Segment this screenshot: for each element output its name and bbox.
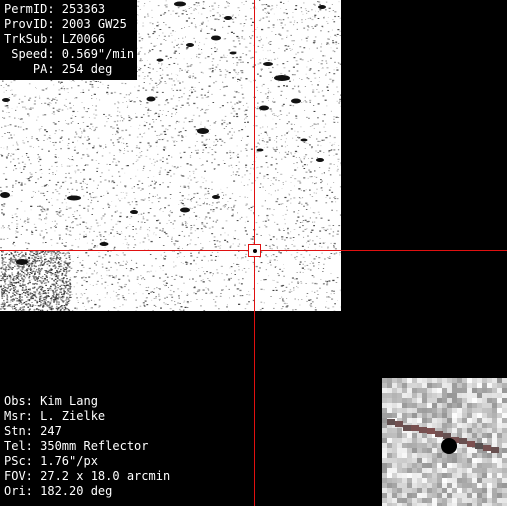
target-object-dot: [253, 249, 257, 253]
zoom-inset-image: [382, 378, 507, 506]
observer-text: Obs: Kim Lang: [4, 394, 98, 408]
speed-text: Speed: 0.569"/min: [4, 47, 135, 61]
target-reticle[interactable]: [248, 244, 261, 257]
prov-id-text: ProvID: 2003 GW25: [4, 17, 127, 31]
telescope-text: Tel: 350mm Reflector: [4, 439, 149, 453]
field-of-view-text: FOV: 27.2 x 18.0 arcmin: [4, 469, 171, 483]
orientation-text: Ori: 182.20 deg: [4, 484, 113, 498]
perm-id-text: PermID: 253363: [4, 2, 106, 16]
station-text: Stn: 247: [4, 424, 62, 438]
position-angle-text: PA: 254 deg: [4, 62, 113, 76]
pixel-scale-text: PSc: 1.76"/px: [4, 454, 98, 468]
trk-sub-text: TrkSub: LZ0066: [4, 32, 106, 46]
object-info-panel: PermID: 253363 ProvID: 2003 GW25 TrkSub:…: [0, 0, 137, 80]
image-viewer[interactable]: PermID: 253363 ProvID: 2003 GW25 TrkSub:…: [0, 0, 507, 506]
observation-info-panel: Obs: Kim Lang Msr: L. Zielke Stn: 247 Te…: [0, 386, 173, 506]
zoom-inset-canvas: [382, 378, 507, 506]
measurer-text: Msr: L. Zielke: [4, 409, 106, 423]
